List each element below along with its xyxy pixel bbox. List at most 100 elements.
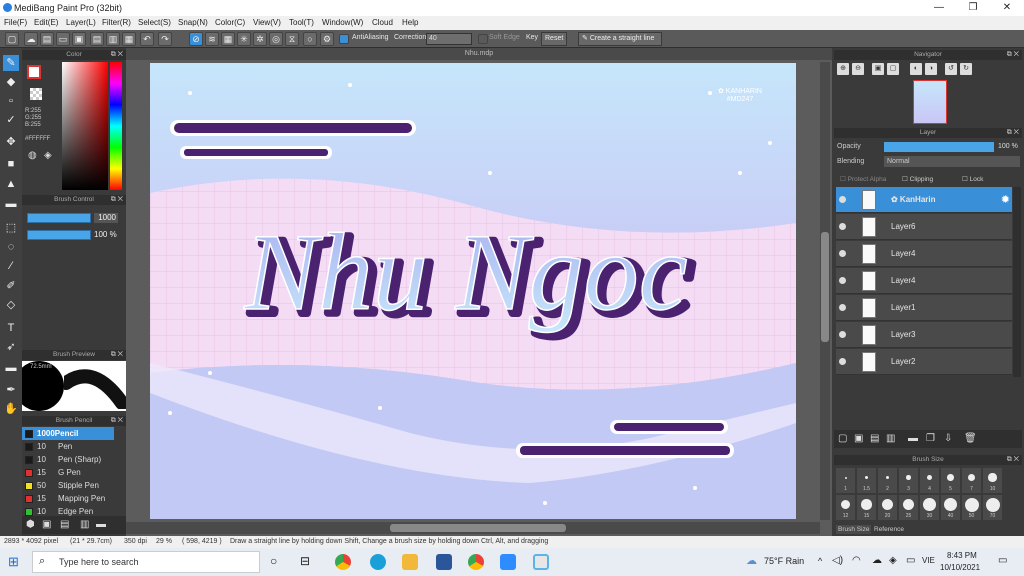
- menu-file[interactable]: File(F): [4, 18, 27, 27]
- menu-color[interactable]: Color(C): [215, 18, 245, 27]
- snap-star-icon[interactable]: ✲: [253, 32, 267, 46]
- redo-icon[interactable]: ↷: [158, 32, 172, 46]
- layer-row[interactable]: Layer4: [836, 268, 1012, 294]
- new-layer-1bit-icon[interactable]: ▤: [870, 433, 879, 444]
- close-button[interactable]: ✕: [990, 0, 1024, 16]
- save-icon[interactable]: ▣: [72, 32, 86, 46]
- weather-icon[interactable]: ☁: [746, 554, 757, 567]
- chrome-profile-icon[interactable]: [468, 554, 484, 570]
- blending-select[interactable]: Normal: [884, 156, 1020, 167]
- rect-tool-icon[interactable]: ■: [3, 156, 19, 172]
- straight-line-button[interactable]: ✎ Create a straight line: [578, 32, 662, 46]
- snap-grid-icon[interactable]: ▦: [221, 32, 235, 46]
- notification-icon[interactable]: ▭: [998, 555, 1007, 566]
- eye-icon[interactable]: [839, 250, 846, 257]
- brush-size-cell[interactable]: 70: [983, 495, 1002, 520]
- panel-close-icon[interactable]: ⧉ ✕: [1007, 455, 1019, 465]
- brush-list-item[interactable]: 10 Pen (Sharp): [22, 453, 114, 466]
- panel-close-icon[interactable]: ⧉ ✕: [111, 416, 123, 426]
- select-lasso-icon[interactable]: ◌: [3, 239, 19, 255]
- brush-size-cell[interactable]: 10: [983, 468, 1002, 493]
- brush-list-item[interactable]: 15 Mapping Pen: [22, 492, 114, 505]
- palette-icon[interactable]: ◍: [28, 150, 37, 161]
- panel-close-icon[interactable]: ⧉ ✕: [1007, 128, 1019, 138]
- horizontal-scrollbar[interactable]: [126, 522, 820, 534]
- brush-size-cell[interactable]: 30: [920, 495, 939, 520]
- menu-view[interactable]: View(V): [253, 18, 281, 27]
- gear-icon[interactable]: ✹: [1001, 193, 1010, 206]
- panel-close-icon[interactable]: ⧉ ✕: [111, 50, 123, 60]
- language-indicator[interactable]: VIE: [922, 556, 935, 565]
- eraser-tool-icon[interactable]: ◆: [3, 74, 19, 90]
- saturation-value-picker[interactable]: [62, 62, 108, 190]
- panel-close-icon[interactable]: ⧉ ✕: [1007, 50, 1019, 60]
- brush-size-cell[interactable]: 3: [899, 468, 918, 493]
- zoom-in-icon[interactable]: ⊕: [837, 63, 849, 75]
- grid-icon[interactable]: ▦: [122, 32, 136, 46]
- delete-layer-icon[interactable]: 🗑: [964, 433, 977, 444]
- flip-icon[interactable]: ◐: [910, 63, 922, 75]
- menu-select[interactable]: Select(S): [138, 18, 171, 27]
- duplicate-icon[interactable]: ❐: [926, 433, 935, 444]
- onedrive-icon[interactable]: ☁: [872, 555, 882, 566]
- panel-close-icon[interactable]: ⧉ ✕: [111, 195, 123, 205]
- divide-tool-icon[interactable]: ▬: [3, 360, 19, 376]
- new-layer-8bit-icon[interactable]: ▣: [854, 433, 863, 444]
- cloud-icon[interactable]: ☁: [24, 32, 38, 46]
- lock-checkbox[interactable]: ☐ Lock: [962, 175, 983, 183]
- snap-settings-icon[interactable]: ⚙: [320, 32, 334, 46]
- layer-opacity-value[interactable]: 100 %: [998, 143, 1018, 150]
- move-tool-icon[interactable]: ✥: [3, 134, 19, 150]
- new-layer-icon[interactable]: ▢: [838, 433, 847, 444]
- antialiasing-checkbox[interactable]: [339, 34, 349, 44]
- edge-icon[interactable]: [370, 554, 386, 570]
- snap-radial-icon[interactable]: ✳: [237, 32, 251, 46]
- file-explorer-icon[interactable]: [402, 554, 418, 570]
- text-tool-icon[interactable]: T: [3, 320, 19, 336]
- brush-size-cell[interactable]: 1: [836, 468, 855, 493]
- doc-icon[interactable]: ▤: [90, 32, 104, 46]
- brush-size-cell[interactable]: 15: [857, 495, 876, 520]
- brush-size-cell[interactable]: 50: [962, 495, 981, 520]
- snap-parallel-icon[interactable]: ≋: [205, 32, 219, 46]
- protect-alpha-checkbox[interactable]: ☐ Protect Alpha: [840, 175, 886, 183]
- weather-text[interactable]: 75°F Rain: [764, 556, 804, 566]
- volume-icon[interactable]: ◁): [832, 555, 843, 566]
- reference-tab[interactable]: Reference: [872, 525, 906, 534]
- add-brush-icon[interactable]: ⬢: [26, 519, 35, 530]
- brush-size-cell[interactable]: 12: [836, 495, 855, 520]
- brush-copy-icon[interactable]: ▥: [80, 519, 89, 530]
- fit-icon[interactable]: ▣: [872, 63, 884, 75]
- layer-row[interactable]: Layer4: [836, 241, 1012, 267]
- check-tool-icon[interactable]: ✓: [3, 112, 19, 128]
- layer-scrollbar[interactable]: [1013, 187, 1021, 377]
- rotate-left-icon[interactable]: ↺: [945, 63, 957, 75]
- eyedropper-icon[interactable]: ✒: [3, 382, 19, 398]
- horizontal-scroll-thumb[interactable]: [390, 524, 566, 532]
- brush-add-icon[interactable]: ▤: [60, 519, 69, 530]
- medibang-icon[interactable]: [533, 554, 549, 570]
- menu-edit[interactable]: Edit(E): [34, 18, 58, 27]
- add-layer-menu-icon[interactable]: ▥: [886, 433, 895, 444]
- clock-date[interactable]: 10/10/2021: [940, 563, 980, 572]
- search-box[interactable]: ⌕ Type here to search: [32, 551, 260, 573]
- new-file-icon[interactable]: ▢: [5, 32, 19, 46]
- eye-icon[interactable]: [839, 223, 846, 230]
- brush-size-cell[interactable]: 2: [878, 468, 897, 493]
- layer-opacity-slider[interactable]: [884, 142, 994, 152]
- brush-size-cell[interactable]: 25: [899, 495, 918, 520]
- vertical-scrollbar[interactable]: [820, 62, 830, 520]
- snap-ellipse-icon[interactable]: ○: [303, 32, 317, 46]
- select-rect-icon[interactable]: ⬚: [3, 220, 19, 236]
- chrome-icon[interactable]: [335, 554, 351, 570]
- brush-settings-icon[interactable]: ▣: [42, 519, 51, 530]
- menu-snap[interactable]: Snap(N): [178, 18, 208, 27]
- brush-list-item[interactable]: 15 G Pen: [22, 466, 114, 479]
- menu-cloud[interactable]: Cloud: [372, 18, 393, 27]
- menu-filter[interactable]: Filter(R): [102, 18, 131, 27]
- merge-icon[interactable]: ⇩: [944, 433, 952, 444]
- export-icon[interactable]: ▥: [106, 32, 120, 46]
- network-icon[interactable]: ▭: [906, 555, 915, 566]
- brush-list-item[interactable]: 10001000Pencil: [22, 427, 114, 440]
- open-icon[interactable]: ▤: [40, 32, 54, 46]
